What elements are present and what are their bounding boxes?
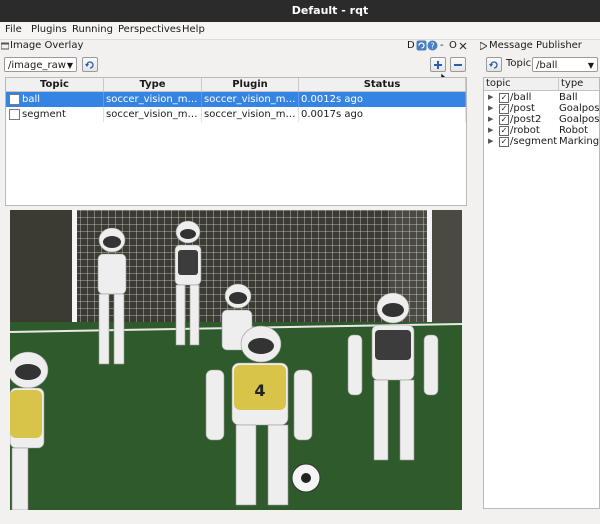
tree-header: topic type <box>484 78 599 91</box>
chevron-down-icon: ▼ <box>66 61 73 70</box>
publish-checkbox[interactable]: ✓ <box>499 115 509 125</box>
tree-row[interactable]: ▶ ✓ /ball Ball <box>484 92 599 103</box>
cell-type: soccer_vision_msg... <box>106 107 202 122</box>
float-o-button[interactable]: O <box>449 40 457 51</box>
message-publisher-header: Message Publisher <box>478 39 600 54</box>
tree-row[interactable]: ▶ ✓ /segment MarkingS <box>484 136 599 147</box>
col-type[interactable]: type <box>558 78 583 90</box>
table-row[interactable]: ball soccer_vision_msg... soccer_vision_… <box>6 92 466 107</box>
expand-arrow-icon[interactable]: ▶ <box>488 114 493 125</box>
tree-row[interactable]: ▶ ✓ /post Goalpost <box>484 103 599 114</box>
publisher-topic-value: /ball <box>536 60 558 71</box>
publish-checkbox[interactable]: ✓ <box>499 126 509 136</box>
image-overlay-header: Image Overlay D ? - O <box>0 39 470 54</box>
add-icon <box>434 61 442 69</box>
tree-type: Goalpost <box>559 103 600 114</box>
publisher-topic-combo[interactable]: /ball ▼ <box>532 57 598 72</box>
help-d-button[interactable]: D <box>407 40 415 51</box>
dock-handle-icon[interactable] <box>1 41 9 51</box>
menu-plugins[interactable]: Plugins <box>31 24 67 35</box>
image-topic-value: /image_raw <box>8 60 66 71</box>
publisher-tree: topic type ▶ ✓ /ball Ball ▶ ✓ /post Goalpo… <box>483 77 600 509</box>
jersey-number: 4 <box>254 381 265 400</box>
tree-type: Goalpost <box>559 114 600 125</box>
menubar: File Plugins Running Perspectives Help <box>0 22 600 40</box>
cell-type: soccer_vision_msg... <box>106 92 202 107</box>
tree-row[interactable]: ▶ ✓ /post2 Goalpost <box>484 114 599 125</box>
cell-plugin: soccer_vision_msg... <box>204 92 299 107</box>
menu-running[interactable]: Running <box>72 24 113 35</box>
refresh-icon <box>85 61 94 69</box>
play-icon <box>480 42 487 50</box>
tree-topic: /segment <box>510 136 558 147</box>
col-type[interactable]: Type <box>104 78 202 91</box>
image-view: 4 <box>10 210 462 510</box>
help-icon[interactable]: ? <box>427 40 438 51</box>
publish-checkbox[interactable]: ✓ <box>499 104 509 114</box>
cell-status: 0.0012s ago <box>299 92 466 107</box>
tree-type: Robot <box>559 125 589 136</box>
refresh-publisher-button[interactable] <box>486 57 502 72</box>
refresh-topics-button[interactable] <box>82 57 98 72</box>
tree-type: MarkingS <box>559 136 600 147</box>
topic-label: Topic <box>506 58 532 69</box>
col-status[interactable]: Status <box>299 78 466 91</box>
table-row[interactable]: segment soccer_vision_msg... soccer_visi… <box>6 107 466 122</box>
reload-icon[interactable] <box>416 40 427 51</box>
menu-file[interactable]: File <box>5 24 22 35</box>
tree-type: Ball <box>559 92 578 103</box>
remove-overlay-button[interactable] <box>450 57 466 72</box>
tree-topic: /robot <box>510 125 540 136</box>
minimize-button[interactable]: - <box>440 40 444 51</box>
remove-icon <box>454 64 462 66</box>
menu-help[interactable]: Help <box>182 24 205 35</box>
chevron-down-icon: ▼ <box>587 61 594 70</box>
table-header: Topic Type Plugin Status <box>6 78 466 92</box>
tree-topic: /post <box>510 103 535 114</box>
topic-text: ball <box>22 94 41 105</box>
expand-arrow-icon[interactable]: ▶ <box>488 136 493 147</box>
expand-arrow-icon[interactable]: ▶ <box>488 92 493 103</box>
add-overlay-button[interactable] <box>430 57 446 72</box>
refresh-icon <box>489 61 498 69</box>
svg-text:?: ? <box>430 42 434 51</box>
tree-row[interactable]: ▶ ✓ /robot Robot <box>484 125 599 136</box>
publish-checkbox[interactable]: ✓ <box>499 93 509 103</box>
enable-checkbox[interactable] <box>9 94 20 105</box>
col-topic[interactable]: topic <box>486 78 511 90</box>
message-publisher-title: Message Publisher <box>489 40 582 51</box>
cell-status: 0.0017s ago <box>299 107 466 122</box>
image-overlay-title: Image Overlay <box>10 40 84 51</box>
expand-arrow-icon[interactable]: ▶ <box>488 125 493 136</box>
col-plugin[interactable]: Plugin <box>202 78 299 91</box>
camera-image: 4 <box>10 210 462 510</box>
tree-topic: /post2 <box>510 114 542 125</box>
tree-topic: /ball <box>510 92 532 103</box>
close-icon[interactable] <box>459 42 467 50</box>
image-topic-combo[interactable]: /image_raw ▼ <box>4 57 77 72</box>
topic-text: segment <box>22 109 66 120</box>
window-titlebar: Default - rqt <box>0 0 600 22</box>
menu-perspectives[interactable]: Perspectives <box>118 24 181 35</box>
cell-topic: segment <box>6 107 104 122</box>
panel-splitter[interactable] <box>475 54 478 514</box>
cell-plugin: soccer_vision_msg... <box>204 107 299 122</box>
enable-checkbox[interactable] <box>9 109 20 120</box>
window-title: Default - rqt <box>291 4 369 17</box>
col-topic[interactable]: Topic <box>6 78 104 91</box>
publish-checkbox[interactable]: ✓ <box>499 137 509 147</box>
cell-topic: ball <box>6 92 104 107</box>
expand-arrow-icon[interactable]: ▶ <box>488 103 493 114</box>
overlay-table: Topic Type Plugin Status ball soccer_vis… <box>5 77 467 206</box>
